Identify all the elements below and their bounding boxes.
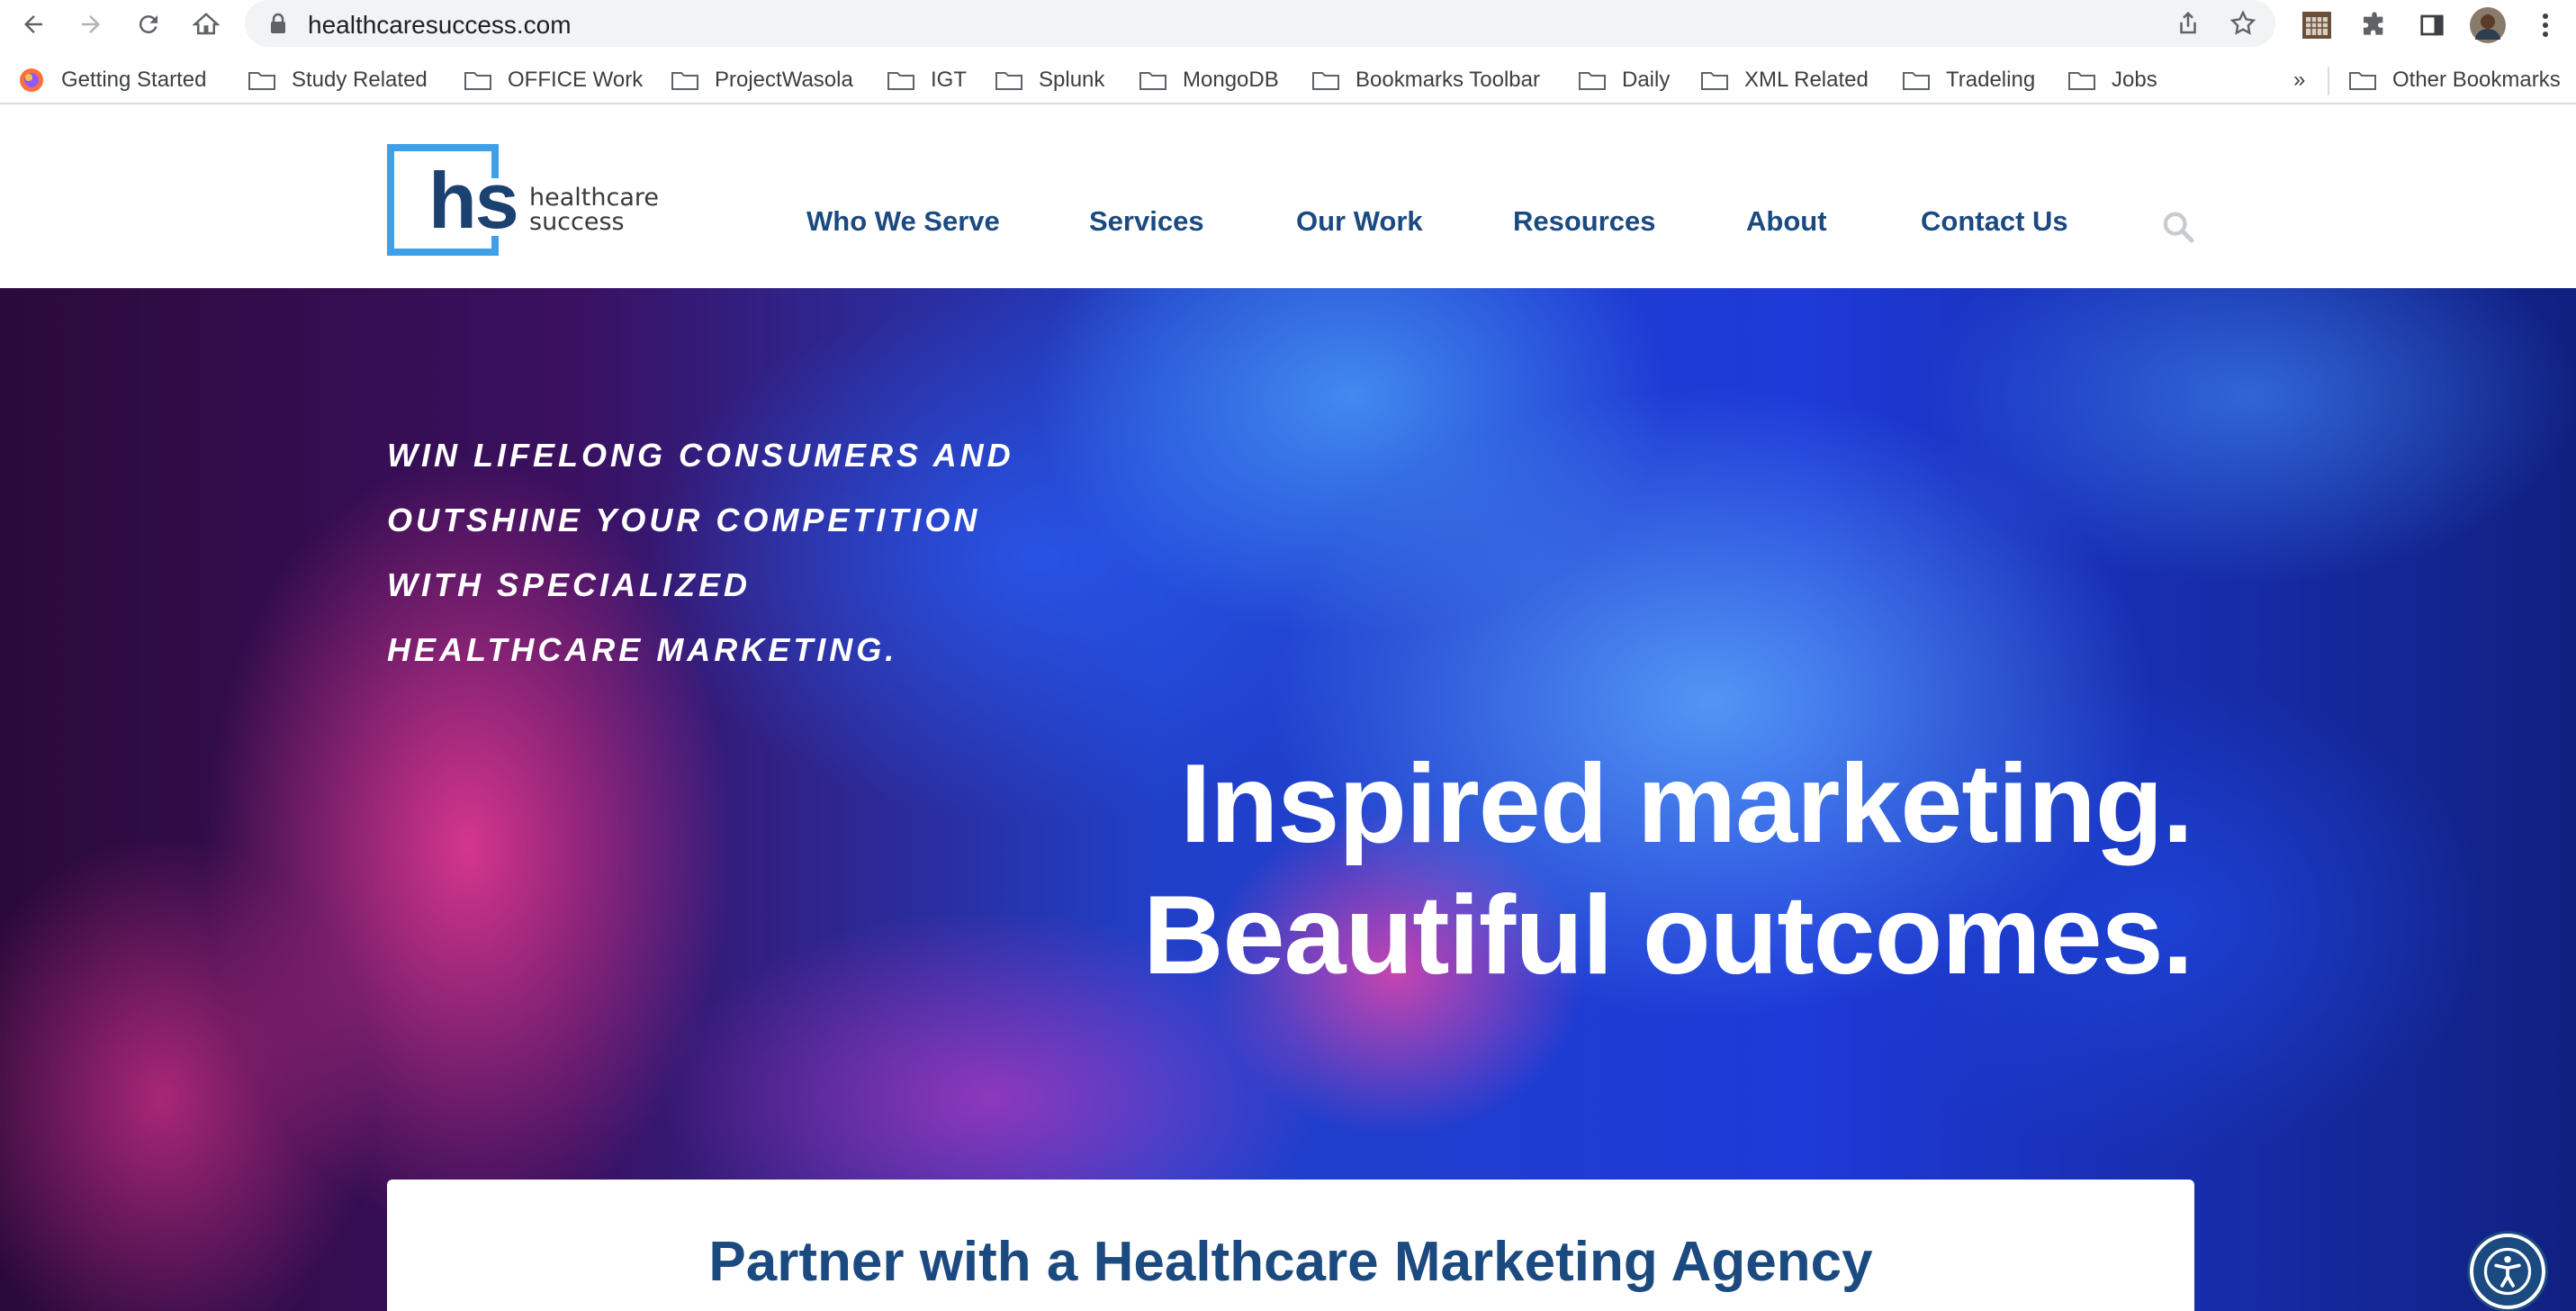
share-icon[interactable] bbox=[2175, 9, 2202, 38]
browser-toolbar: healthcaresuccess.com bbox=[0, 0, 2576, 49]
lock-icon bbox=[271, 13, 285, 33]
hero-tagline-line: WITH SPECIALIZED bbox=[387, 566, 751, 603]
hero-tagline-line: WIN LIFELONG CONSUMERS AND bbox=[387, 437, 1014, 474]
address-bar[interactable]: healthcaresuccess.com bbox=[245, 0, 2275, 47]
side-panel-icon bbox=[2420, 14, 2444, 36]
bookmark-label: Tradeling bbox=[1946, 68, 2036, 92]
hero-tagline-line: HEALTHCARE MARKETING. bbox=[387, 631, 898, 668]
profile-avatar-button[interactable] bbox=[2470, 7, 2506, 43]
bookmark-folder[interactable]: IGT bbox=[887, 65, 967, 95]
bookmark-folder[interactable]: Daily bbox=[1579, 65, 1670, 95]
bookmark-folder[interactable]: Study Related bbox=[248, 65, 428, 95]
bookmark-label: Splunk bbox=[1039, 68, 1105, 92]
bookmark-folder[interactable]: MongoDB bbox=[1139, 65, 1279, 95]
bookmark-label: Study Related bbox=[292, 68, 428, 92]
nav-item-resources[interactable]: Resources bbox=[1513, 205, 1656, 238]
partner-heading: Partner with a Healthcare Marketing Agen… bbox=[708, 1231, 1873, 1293]
main-nav: Who We Serve Services Our Work Resources… bbox=[0, 115, 2576, 288]
bookmark-folder[interactable]: Bookmarks Toolbar bbox=[1312, 65, 1540, 95]
extension-calendar-button[interactable] bbox=[2299, 7, 2335, 43]
other-bookmarks-folder[interactable]: Other Bookmarks bbox=[2349, 65, 2561, 95]
site-search-button[interactable] bbox=[2160, 209, 2196, 245]
hero-tagline-line: OUTSHINE YOUR COMPETITION bbox=[387, 502, 981, 538]
bookmark-star-icon[interactable] bbox=[2229, 9, 2257, 38]
folder-icon bbox=[887, 72, 914, 90]
reload-button[interactable] bbox=[131, 7, 166, 41]
hero-banner: WIN LIFELONG CONSUMERS AND OUTSHINE YOUR… bbox=[0, 288, 2576, 1311]
nav-item-services[interactable]: Services bbox=[1089, 205, 1204, 238]
folder-icon bbox=[671, 72, 698, 90]
url-text: healthcaresuccess.com bbox=[308, 11, 572, 39]
bookmark-label: Bookmarks Toolbar bbox=[1356, 68, 1540, 92]
calendar-extension-icon bbox=[2302, 12, 2331, 39]
bookmark-folder[interactable]: OFFICE Work bbox=[464, 65, 643, 95]
forward-button[interactable] bbox=[74, 7, 108, 41]
bookmark-label: Daily bbox=[1622, 68, 1671, 92]
folder-icon bbox=[1579, 72, 1606, 90]
bookmarks-overflow-button[interactable]: » bbox=[2293, 65, 2305, 95]
hero-headline: Inspired marketing. Beautiful outcomes. bbox=[1143, 738, 2193, 1001]
back-arrow-icon bbox=[24, 15, 42, 33]
folder-icon bbox=[464, 72, 491, 90]
bookmark-folder[interactable]: ProjectWasola bbox=[671, 65, 853, 95]
bookmark-folder[interactable]: XML Related bbox=[1701, 65, 1869, 95]
bookmark-label: OFFICE Work bbox=[508, 68, 644, 92]
folder-icon bbox=[1903, 72, 1930, 90]
folder-icon bbox=[1701, 72, 1728, 90]
nav-item-our-work[interactable]: Our Work bbox=[1296, 205, 1423, 238]
nav-item-about[interactable]: About bbox=[1746, 205, 1827, 238]
accessibility-button[interactable] bbox=[2470, 1234, 2545, 1309]
avatar bbox=[2470, 7, 2506, 43]
site-header: hs healthcare success Who We Serve Servi… bbox=[0, 115, 2576, 288]
folder-icon bbox=[1312, 72, 1339, 90]
bookmark-folder[interactable]: Tradeling bbox=[1903, 65, 2035, 95]
folder-icon bbox=[1139, 72, 1166, 90]
bookmark-folder[interactable]: Jobs bbox=[2068, 65, 2157, 95]
back-button[interactable] bbox=[16, 7, 50, 41]
firefox-icon bbox=[20, 68, 43, 92]
bookmark-label: IGT bbox=[931, 68, 967, 92]
bookmark-label: XML Related bbox=[1744, 68, 1869, 92]
side-panel-button[interactable] bbox=[2414, 7, 2450, 43]
home-button[interactable] bbox=[189, 7, 223, 41]
bookmark-label: Jobs bbox=[2112, 68, 2157, 92]
home-icon bbox=[193, 13, 220, 35]
more-vertical-icon bbox=[2543, 14, 2548, 37]
bookmarks-bar: Getting Started Study Related OFFICE Wor… bbox=[0, 56, 2576, 104]
search-icon bbox=[2163, 212, 2194, 243]
bookmark-label: ProjectWasola bbox=[715, 68, 853, 92]
bookmark-label: MongoDB bbox=[1183, 68, 1279, 92]
nav-item-contact-us[interactable]: Contact Us bbox=[1921, 205, 2068, 238]
chevron-double-right-icon: » bbox=[2293, 68, 2306, 92]
bookmark-label: Other Bookmarks bbox=[2392, 68, 2561, 92]
accessibility-icon bbox=[2483, 1247, 2532, 1296]
reload-icon bbox=[139, 15, 158, 34]
folder-icon bbox=[2349, 72, 2376, 90]
puzzle-icon bbox=[2364, 12, 2383, 35]
bookmark-label: Getting Started bbox=[61, 68, 207, 92]
browser-menu-button[interactable] bbox=[2527, 7, 2563, 43]
bookmark-folder[interactable]: Splunk bbox=[995, 65, 1104, 95]
hero-headline-line: Inspired marketing. bbox=[1180, 742, 2193, 866]
folder-icon bbox=[2068, 72, 2095, 90]
extensions-button[interactable] bbox=[2356, 7, 2392, 43]
folder-icon bbox=[995, 72, 1022, 90]
forward-arrow-icon bbox=[82, 15, 100, 33]
partner-card: Partner with a Healthcare Marketing Agen… bbox=[387, 1180, 2194, 1311]
bookmarks-divider bbox=[2328, 67, 2329, 95]
hero-headline-line: Beautiful outcomes. bbox=[1142, 873, 2193, 998]
nav-item-who-we-serve[interactable]: Who We Serve bbox=[806, 205, 1000, 238]
hero-tagline: WIN LIFELONG CONSUMERS AND OUTSHINE YOUR… bbox=[387, 423, 1035, 683]
folder-icon bbox=[248, 72, 275, 90]
bookmark-item[interactable]: Getting Started bbox=[18, 65, 206, 95]
